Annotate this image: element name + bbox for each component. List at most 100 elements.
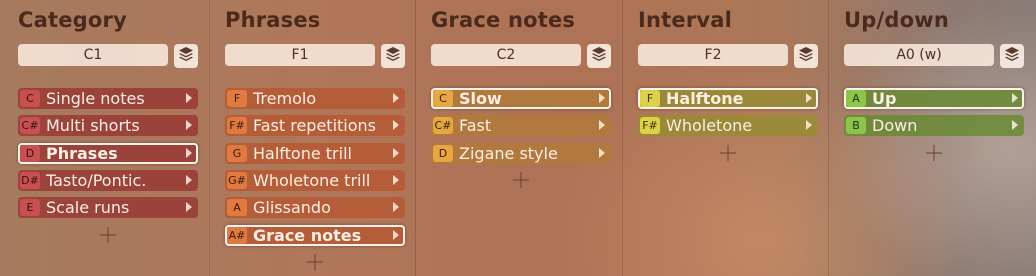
layers-button[interactable] xyxy=(381,44,405,68)
articulation-item[interactable]: F Halftone xyxy=(638,88,818,109)
chevron-right-icon xyxy=(1012,120,1018,130)
articulation-item[interactable]: D# Tasto/Pontic. xyxy=(18,170,198,191)
item-label: Fast repetitions xyxy=(253,116,377,135)
layers-icon xyxy=(1004,46,1020,66)
chevron-right-icon xyxy=(186,175,192,185)
articulation-item[interactable]: B Down xyxy=(844,115,1024,136)
plus-icon[interactable] xyxy=(100,227,116,243)
chevron-right-icon xyxy=(599,120,605,130)
key-badge: D xyxy=(20,145,40,162)
articulation-item[interactable]: C# Multi shorts xyxy=(18,115,198,136)
chevron-right-icon xyxy=(599,148,605,158)
layers-icon xyxy=(798,46,814,66)
chevron-right-icon xyxy=(186,93,192,103)
layers-icon xyxy=(178,46,194,66)
chevron-right-icon xyxy=(393,120,399,130)
articulation-item[interactable]: A Up xyxy=(844,88,1024,109)
item-label: Halftone trill xyxy=(253,144,352,163)
articulation-item[interactable]: E Scale runs xyxy=(18,197,198,218)
articulation-item[interactable]: C Slow xyxy=(431,88,611,109)
chevron-right-icon xyxy=(393,148,399,158)
key-badge: B xyxy=(846,117,866,134)
layers-icon xyxy=(591,46,607,66)
plus-icon[interactable] xyxy=(307,254,323,270)
item-label: Wholetone xyxy=(666,116,753,135)
trigger-note-field[interactable]: F2 xyxy=(638,44,788,66)
articulation-item[interactable]: C# Fast xyxy=(431,115,611,136)
item-label: Single notes xyxy=(46,89,145,108)
articulation-item[interactable]: G# Wholetone trill xyxy=(225,170,405,191)
item-label: Scale runs xyxy=(46,198,130,217)
key-badge: F# xyxy=(227,117,247,134)
layers-icon xyxy=(385,46,401,66)
item-label: Multi shorts xyxy=(46,116,140,135)
trigger-note-field[interactable]: A0 (w) xyxy=(844,44,994,66)
key-badge: D# xyxy=(20,172,40,189)
key-badge: F xyxy=(640,90,660,107)
chevron-right-icon xyxy=(1012,93,1018,103)
chevron-right-icon xyxy=(393,202,399,212)
key-badge: C# xyxy=(433,117,453,134)
layers-button[interactable] xyxy=(174,44,198,68)
column-title: Category xyxy=(18,8,127,32)
key-badge: A xyxy=(846,90,866,107)
key-badge: A# xyxy=(227,227,247,244)
key-badge: E xyxy=(20,199,40,216)
plus-icon[interactable] xyxy=(926,145,942,161)
key-badge: A xyxy=(227,199,247,216)
item-label: Grace notes xyxy=(253,226,362,245)
key-badge: C# xyxy=(20,117,40,134)
chevron-right-icon xyxy=(806,93,812,103)
chevron-right-icon xyxy=(186,148,192,158)
articulation-item[interactable]: G Halftone trill xyxy=(225,143,405,164)
layers-button[interactable] xyxy=(1000,44,1024,68)
chevron-right-icon xyxy=(186,120,192,130)
item-label: Tremolo xyxy=(253,89,317,108)
articulation-item[interactable]: D Phrases xyxy=(18,143,198,164)
chevron-right-icon xyxy=(393,230,399,240)
trigger-note-field[interactable]: F1 xyxy=(225,44,375,66)
layers-button[interactable] xyxy=(587,44,611,68)
articulation-item[interactable]: A# Grace notes xyxy=(225,225,405,246)
column-title: Grace notes xyxy=(431,8,576,32)
key-badge: C xyxy=(20,90,40,107)
item-label: Wholetone trill xyxy=(253,171,371,190)
column-5: Up/down A0 (w) A Up B Down xyxy=(826,0,1032,276)
chevron-right-icon xyxy=(393,93,399,103)
chevron-right-icon xyxy=(806,120,812,130)
item-label: Tasto/Pontic. xyxy=(46,171,147,190)
column-4: Interval F2 F Halftone F# Wholetone xyxy=(620,0,826,276)
key-badge: G# xyxy=(227,172,247,189)
key-badge: D xyxy=(433,145,453,162)
column-1: Category C1 C Single notes C# Multi shorts D Ph… xyxy=(0,0,206,276)
item-label: Glissando xyxy=(253,198,331,217)
articulation-item[interactable]: A Glissando xyxy=(225,197,405,218)
column-title: Up/down xyxy=(844,8,949,32)
key-badge: G xyxy=(227,145,247,162)
column-title: Interval xyxy=(638,8,733,32)
plus-icon[interactable] xyxy=(513,172,529,188)
item-label: Down xyxy=(872,116,918,135)
chevron-right-icon xyxy=(393,175,399,185)
item-label: Phrases xyxy=(46,144,118,163)
key-badge: F xyxy=(227,90,247,107)
plus-icon[interactable] xyxy=(720,145,736,161)
articulation-item[interactable]: C Single notes xyxy=(18,88,198,109)
articulation-item[interactable]: F# Wholetone xyxy=(638,115,818,136)
column-2: Phrases F1 F Tremolo F# Fast repetitions G Half… xyxy=(207,0,413,276)
trigger-note-field[interactable]: C1 xyxy=(18,44,168,66)
column-title: Phrases xyxy=(225,8,321,32)
trigger-note-field[interactable]: C2 xyxy=(431,44,581,66)
layers-button[interactable] xyxy=(794,44,818,68)
chevron-right-icon xyxy=(599,93,605,103)
item-label: Up xyxy=(872,89,897,108)
key-badge: F# xyxy=(640,117,660,134)
articulation-item[interactable]: D Zigane style xyxy=(431,143,611,164)
item-label: Zigane style xyxy=(459,144,558,163)
key-badge: C xyxy=(433,90,453,107)
chevron-right-icon xyxy=(186,202,192,212)
articulation-item[interactable]: F Tremolo xyxy=(225,88,405,109)
item-label: Halftone xyxy=(666,89,744,108)
articulation-item[interactable]: F# Fast repetitions xyxy=(225,115,405,136)
item-label: Fast xyxy=(459,116,492,135)
